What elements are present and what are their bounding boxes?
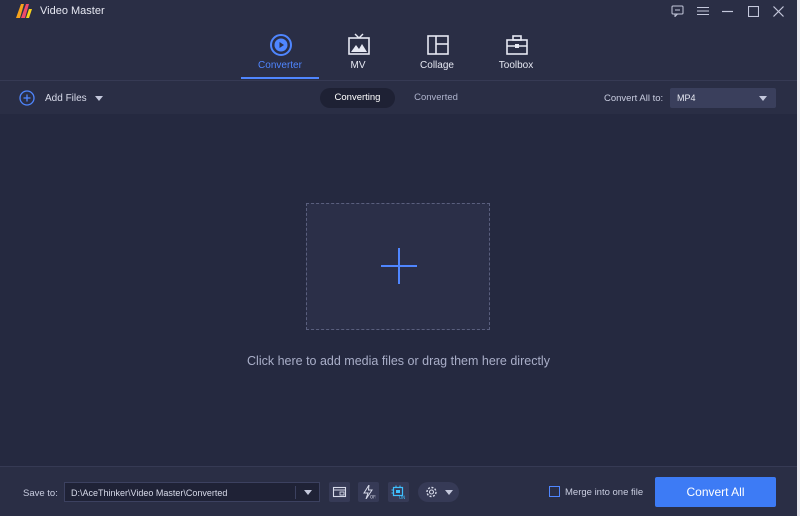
hardware-accel-button[interactable]: OFF [358, 482, 379, 502]
drop-hint-text: Click here to add media files or drag th… [247, 354, 550, 368]
sub-toolbar: Add Files Converting Converted Convert A… [0, 80, 797, 114]
settings-gear-icon [426, 486, 437, 498]
gpu-on-button[interactable]: ON [388, 482, 409, 502]
nav-mv[interactable]: MV [319, 30, 397, 80]
chevron-down-icon[interactable] [304, 490, 312, 495]
output-format-select[interactable]: MP4 [670, 88, 776, 108]
nav-toolbox[interactable]: Toolbox [477, 30, 555, 80]
settings-dropdown-button[interactable] [418, 482, 459, 502]
main-area: Click here to add media files or drag th… [0, 114, 797, 466]
save-path-value: D:\AceThinker\Video Master\Converted [71, 488, 228, 498]
nav-collage[interactable]: Collage [398, 30, 476, 80]
svg-text:OFF: OFF [370, 495, 376, 500]
drop-zone[interactable] [306, 203, 490, 330]
nav-label: Toolbox [498, 60, 534, 71]
close-icon[interactable] [770, 3, 786, 19]
chevron-down-icon[interactable] [94, 95, 103, 101]
converter-icon [270, 34, 292, 56]
nav-label: Collage [420, 60, 454, 71]
chevron-down-icon [445, 490, 453, 495]
save-to-label: Save to: [23, 488, 58, 499]
nav-converter[interactable]: Converter [241, 30, 319, 80]
app-logo-icon [16, 4, 32, 18]
convert-all-button[interactable]: Convert All [655, 477, 776, 507]
gpu-on-icon: ON [391, 485, 405, 499]
nav-active-indicator [241, 77, 319, 79]
app-window: Video Master Converter MV Collage Toolbo… [0, 0, 797, 516]
save-path-select[interactable]: D:\AceThinker\Video Master\Converted [64, 482, 320, 502]
bottom-bar: Save to: D:\AceThinker\Video Master\Conv… [0, 466, 797, 516]
chevron-down-icon [759, 96, 767, 101]
add-files-label: Add Files [45, 92, 87, 104]
add-files-button[interactable]: Add Files [19, 89, 103, 107]
collage-icon [427, 35, 449, 55]
title-bar: Video Master [0, 0, 797, 22]
app-title: Video Master [40, 5, 105, 17]
nav-label: Converter [258, 60, 302, 71]
merge-label[interactable]: Merge into one file [565, 487, 643, 498]
divider [295, 486, 296, 499]
tab-converted[interactable]: Converted [402, 88, 470, 108]
menu-icon[interactable] [695, 3, 711, 19]
mv-icon [348, 33, 370, 55]
feedback-icon[interactable] [669, 3, 685, 19]
open-folder-icon [332, 486, 347, 498]
minimize-icon[interactable] [720, 3, 736, 19]
convert-all-to-label: Convert All to: [604, 93, 664, 104]
maximize-icon[interactable] [745, 3, 761, 19]
add-circle-icon [19, 90, 35, 106]
toolbox-icon [506, 35, 528, 55]
tab-converting[interactable]: Converting [320, 88, 395, 108]
merge-checkbox[interactable] [549, 486, 560, 497]
open-folder-button[interactable] [329, 482, 350, 502]
svg-text:ON: ON [399, 495, 405, 499]
output-format-value: MP4 [677, 93, 696, 103]
hardware-accel-icon: OFF [363, 485, 376, 500]
main-nav: Converter MV Collage Toolbox [0, 22, 797, 80]
nav-label: MV [350, 60, 366, 71]
